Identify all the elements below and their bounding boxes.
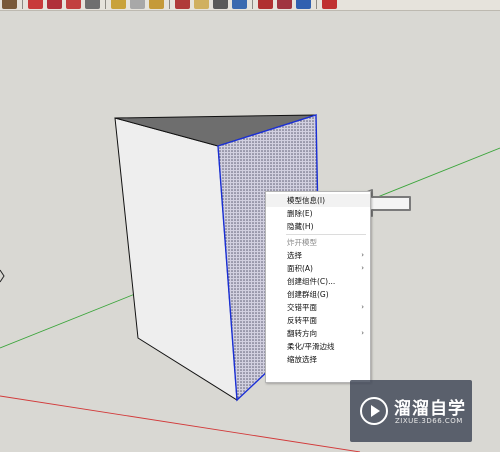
- orbit-icon[interactable]: [130, 0, 145, 9]
- menu-item-label: 模型信息(I): [287, 196, 326, 205]
- zoom-icon[interactable]: [175, 0, 190, 9]
- watermark-title: 溜溜自学: [394, 399, 466, 419]
- menu-item-label: 隐藏(H): [287, 222, 314, 231]
- menu-item[interactable]: 创建组件(C)...: [266, 275, 370, 288]
- walk-icon[interactable]: [194, 0, 209, 9]
- menu-separator: [286, 234, 366, 235]
- menu-item[interactable]: 删除(E): [266, 207, 370, 220]
- menu-item-label: 缩放选择: [287, 355, 317, 364]
- chevron-right-icon: ›: [361, 329, 364, 337]
- chevron-right-icon: ›: [361, 251, 364, 259]
- menu-item-label: 创建组件(C)...: [287, 277, 336, 286]
- menu-item-label: 反转平面: [287, 316, 317, 325]
- eraser-icon[interactable]: [28, 0, 43, 9]
- play-circle-icon: [360, 397, 388, 425]
- toolbar-separator: [22, 0, 23, 9]
- menu-item[interactable]: 隐藏(H): [266, 220, 370, 233]
- export-icon[interactable]: [232, 0, 247, 9]
- toolbar-separator: [105, 0, 106, 9]
- warehouse-icon[interactable]: [258, 0, 273, 9]
- menu-item[interactable]: 柔化/平滑边线: [266, 340, 370, 353]
- chevron-right-icon: ›: [361, 303, 364, 311]
- menu-item-label: 删除(E): [287, 209, 313, 218]
- menu-item-label: 柔化/平滑边线: [287, 342, 335, 351]
- section-icon[interactable]: [213, 0, 228, 9]
- context-menu: 模型信息(I) 删除(E) 隐藏(H) 炸开模型选择 › 面积(A) › 创建组件(C)...…: [265, 191, 371, 383]
- menu-item[interactable]: 翻转方向 ›: [266, 327, 370, 340]
- red-axis: [0, 395, 361, 452]
- toolbar-separator: [252, 0, 253, 9]
- menu-item-label: 面积(A): [287, 264, 313, 273]
- paint-bucket-icon[interactable]: [2, 0, 17, 9]
- toolbar-separator: [169, 0, 170, 9]
- menu-item-label: 交错平面: [287, 303, 317, 312]
- toolbar: [0, 0, 500, 11]
- menu-item-label: 炸开模型: [287, 238, 317, 247]
- watermark-url: ZIXUE.3D66.COM: [395, 417, 463, 425]
- menu-item: 炸开模型: [266, 236, 370, 249]
- chevron-right-icon: ›: [361, 264, 364, 272]
- axis-marker: [0, 269, 5, 283]
- pan-icon[interactable]: [149, 0, 164, 9]
- menu-item[interactable]: 反转平面: [266, 314, 370, 327]
- menu-item[interactable]: 面积(A) ›: [266, 262, 370, 275]
- toolbar-separator: [316, 0, 317, 9]
- menu-item-label: 选择: [287, 251, 302, 260]
- menu-item[interactable]: 创建群组(G): [266, 288, 370, 301]
- tape-icon[interactable]: [111, 0, 126, 9]
- menu-item[interactable]: 缩放选择: [266, 353, 370, 366]
- move-icon[interactable]: [47, 0, 62, 9]
- rotate-icon[interactable]: [66, 0, 81, 9]
- menu-item-label: 创建群组(G): [287, 290, 329, 299]
- menu-item-label: 翻转方向: [287, 329, 317, 338]
- warehouse-icon[interactable]: [277, 0, 292, 9]
- menu-item[interactable]: 交错平面 ›: [266, 301, 370, 314]
- warehouse-icon[interactable]: [296, 0, 311, 9]
- watermark: 溜溜自学 ZIXUE.3D66.COM: [350, 380, 472, 442]
- warehouse-icon[interactable]: [322, 0, 337, 9]
- menu-item[interactable]: 选择 ›: [266, 249, 370, 262]
- scale-icon[interactable]: [85, 0, 100, 9]
- menu-item[interactable]: 模型信息(I): [266, 194, 370, 207]
